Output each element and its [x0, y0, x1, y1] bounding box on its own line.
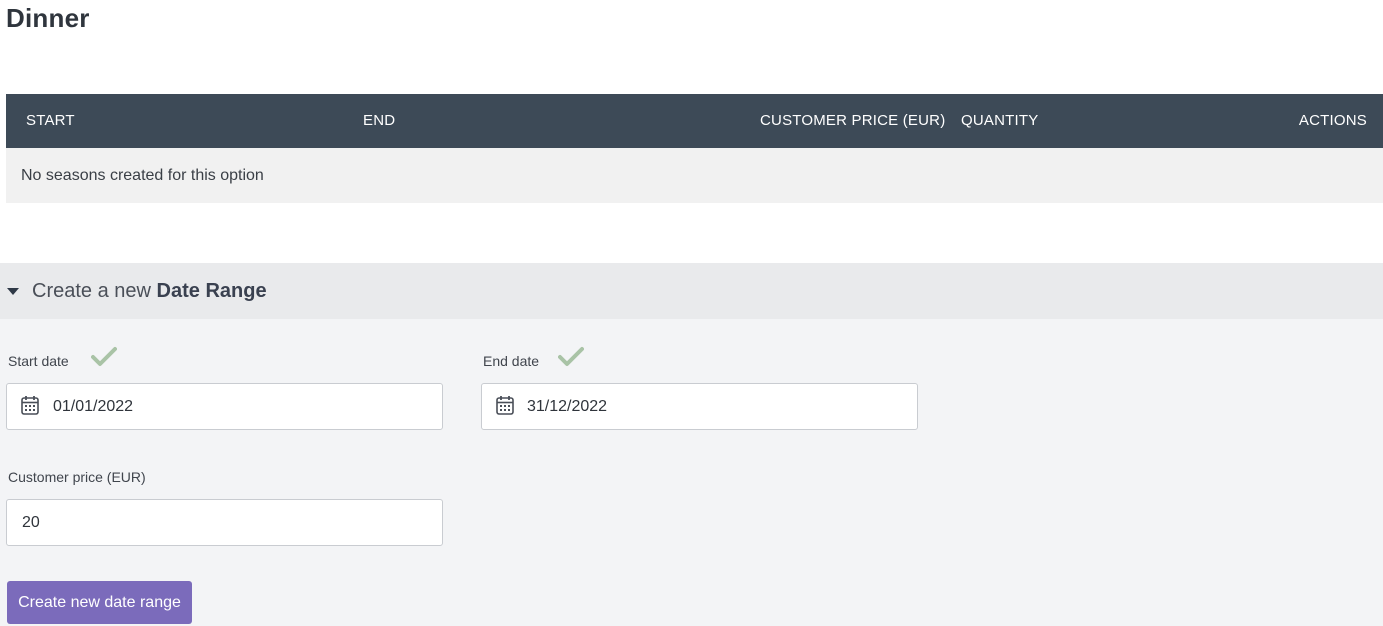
start-date-label: Start date — [8, 353, 69, 369]
calendar-icon[interactable] — [21, 395, 39, 415]
column-header-quantity: QUANTITY — [961, 112, 1039, 129]
seasons-table: START END CUSTOMER PRICE (EUR) QUANTITY … — [6, 94, 1383, 203]
caret-down-icon[interactable] — [7, 288, 19, 295]
start-date-valid-check-icon — [91, 347, 117, 366]
column-header-end: END — [363, 112, 396, 129]
end-date-value: 31/12/2022 — [527, 398, 608, 415]
panel-title-prefix: Create a new — [32, 280, 151, 302]
panel-title: Create a new Date Range — [32, 280, 267, 303]
start-date-value: 01/01/2022 — [53, 398, 134, 415]
table-empty-message: No seasons created for this option — [6, 148, 1383, 203]
column-header-actions: ACTIONS — [1298, 112, 1367, 129]
end-date-valid-check-icon — [558, 347, 584, 366]
create-date-range-button[interactable]: Create new date range — [7, 581, 192, 624]
calendar-icon[interactable] — [496, 395, 514, 415]
customer-price-input[interactable]: 20 — [6, 499, 443, 546]
customer-price-label: Customer price (EUR) — [8, 469, 146, 485]
panel-title-bold: Date Range — [156, 280, 267, 302]
page-title: Dinner — [6, 3, 90, 33]
end-date-field[interactable]: 31/12/2022 — [481, 383, 918, 430]
start-date-field[interactable]: 01/01/2022 — [6, 383, 443, 430]
create-date-range-panel: Create a new Date Range Start date 01/01… — [0, 263, 1383, 626]
panel-toggle-header[interactable]: Create a new Date Range — [0, 263, 1383, 319]
table-header: START END CUSTOMER PRICE (EUR) QUANTITY … — [6, 94, 1383, 148]
customer-price-value: 20 — [22, 514, 40, 531]
column-header-start: START — [26, 112, 75, 129]
column-header-customer-price: CUSTOMER PRICE (EUR) — [760, 112, 946, 129]
end-date-label: End date — [483, 353, 540, 369]
